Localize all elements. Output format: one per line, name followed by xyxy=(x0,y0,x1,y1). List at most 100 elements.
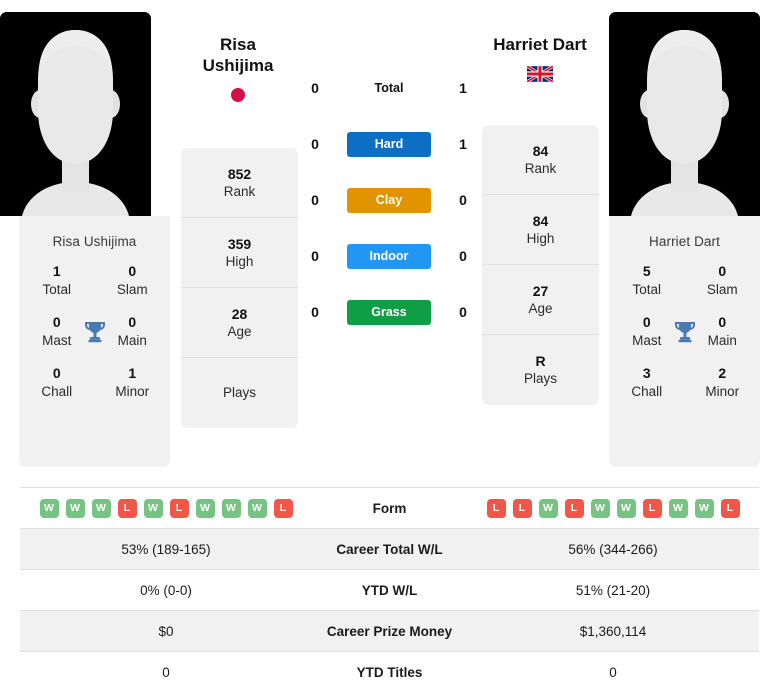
form-strip-right: LLWLWWLWWL xyxy=(467,498,759,518)
cell-ytd-titles-left: 0 xyxy=(20,651,312,693)
stat-value: 84 xyxy=(532,142,549,159)
player-name-left[interactable]: Risa Ushijima xyxy=(163,34,313,104)
form-chip-w[interactable]: W xyxy=(195,498,215,518)
stat-label: High xyxy=(225,253,254,269)
cell-career-total-wl-right: 56% (344-266) xyxy=(467,528,759,570)
player-card-name-left: Risa Ushijima xyxy=(52,234,137,249)
form-chip-l[interactable]: L xyxy=(720,498,740,518)
title-value: 1 xyxy=(52,263,61,279)
surface-badge-clay[interactable]: Clay xyxy=(347,187,431,213)
comparison-table: WWWLWLWWWL Form LLWLWWLWWL 53% (189-165)… xyxy=(20,487,759,693)
title-label: Total xyxy=(632,281,662,297)
form-chip-l[interactable]: L xyxy=(512,498,532,518)
stat-value: 359 xyxy=(227,235,252,252)
h2h-score-right: 1 xyxy=(459,136,467,152)
player-name-right[interactable]: Harriet Dart xyxy=(465,34,615,82)
stat-plays-right: R Plays xyxy=(482,335,599,405)
avatar-left[interactable] xyxy=(0,12,151,216)
stat-value: R xyxy=(535,353,546,370)
player-last-name: Ushijima xyxy=(202,56,274,76)
h2h-score-left: 0 xyxy=(311,192,319,208)
form-chip-l[interactable]: L xyxy=(486,498,506,518)
h2h-row-grass: 0 Grass 0 xyxy=(300,284,478,340)
form-chip-w[interactable]: W xyxy=(247,498,267,518)
row-label-career-total-wl: Career Total W/L xyxy=(312,528,467,570)
title-stat-minor: 1 Minor xyxy=(95,365,171,400)
title-value: 1 xyxy=(128,365,137,382)
form-chip-w[interactable]: W xyxy=(590,498,610,518)
row-label-ytd-wl: YTD W/L xyxy=(312,569,467,611)
surface-badge-grass[interactable]: Grass xyxy=(347,299,431,325)
form-chip-l[interactable]: L xyxy=(564,498,584,518)
form-chip-w[interactable]: W xyxy=(91,498,111,518)
title-value: 0 xyxy=(128,263,137,279)
cell-ytd-wl-right: 51% (21-20) xyxy=(467,569,759,611)
title-stat-chall: 0 Chall xyxy=(19,365,95,400)
avatar-right[interactable] xyxy=(609,12,760,216)
flag-united-kingdom-icon xyxy=(527,65,553,82)
trophy-icon xyxy=(84,321,105,342)
stat-high-left: 359 High xyxy=(181,218,298,288)
cell-career-total-wl-left: 53% (189-165) xyxy=(20,528,312,570)
h2h-score-left: 0 xyxy=(311,248,319,264)
cell-ytd-wl-left: 0% (0-0) xyxy=(20,569,312,611)
stat-high-right: 84 High xyxy=(482,195,599,265)
surface-badge-indoor[interactable]: Indoor xyxy=(347,243,431,269)
stat-rank-right: 84 Rank xyxy=(482,125,599,195)
stat-age-left: 28 Age xyxy=(181,288,298,358)
cell-career-prize-money-left: $0 xyxy=(20,610,312,652)
trophy-icon xyxy=(674,321,695,342)
cell-form-right: LLWLWWLWWL xyxy=(467,487,759,529)
form-chip-w[interactable]: W xyxy=(39,498,59,518)
form-strip-left: WWWLWLWWWL xyxy=(20,498,312,518)
table-row-ytd-titles: 0 YTD Titles 0 xyxy=(20,651,759,693)
h2h-score-left: 0 xyxy=(311,304,319,320)
row-label-career-prize-money: Career Prize Money xyxy=(312,610,467,652)
form-chip-w[interactable]: W xyxy=(143,498,163,518)
player-first-name: Risa xyxy=(220,35,256,54)
titles-grid-right: 5 Total 0 Slam 0 Mast 0 Main 3 Chall 2 M… xyxy=(609,263,760,401)
title-label: Slam xyxy=(116,281,148,297)
form-chip-l[interactable]: L xyxy=(117,498,137,518)
player-comparison-page: Risa Ushijima 1 Total 0 Slam 0 Mast 0 Ma… xyxy=(0,0,779,699)
stat-label: High xyxy=(526,230,555,246)
title-value: 3 xyxy=(642,365,651,382)
player-avatar-placeholder-icon xyxy=(609,12,760,216)
form-chip-w[interactable]: W xyxy=(65,498,85,518)
stat-label: Plays xyxy=(222,385,256,401)
form-chip-w[interactable]: W xyxy=(221,498,241,518)
title-stat-total: 1 Total xyxy=(19,263,95,298)
form-chip-w[interactable]: W xyxy=(694,498,714,518)
form-chip-w[interactable]: W xyxy=(538,498,558,518)
table-row-form: WWWLWLWWWL Form LLWLWWLWWL xyxy=(20,487,759,529)
title-stat-total: 5 Total xyxy=(609,263,685,298)
h2h-score-right: 1 xyxy=(459,80,467,96)
table-row-career-total-wl: 53% (189-165) Career Total W/L 56% (344-… xyxy=(20,528,759,570)
player-card-left: Risa Ushijima 1 Total 0 Slam 0 Mast 0 Ma… xyxy=(19,216,170,467)
stat-rank-left: 852 Rank xyxy=(181,148,298,218)
title-stat-minor: 2 Minor xyxy=(685,365,761,400)
form-chip-w[interactable]: W xyxy=(668,498,688,518)
titles-grid-left: 1 Total 0 Slam 0 Mast 0 Main 0 Chall 1 M… xyxy=(19,263,170,401)
form-chip-l[interactable]: L xyxy=(642,498,662,518)
row-label-form: Form xyxy=(312,487,467,529)
h2h-label-total: Total xyxy=(374,81,404,95)
title-value: 0 xyxy=(52,365,61,382)
table-row-ytd-wl: 0% (0-0) YTD W/L 51% (21-20) xyxy=(20,569,759,611)
stat-label: Plays xyxy=(523,371,557,387)
h2h-score-left: 0 xyxy=(311,80,319,96)
stat-label: Age xyxy=(227,323,252,339)
form-chip-l[interactable]: L xyxy=(273,498,293,518)
form-chip-l[interactable]: L xyxy=(169,498,189,518)
h2h-score-right: 0 xyxy=(459,304,467,320)
surface-badge-hard[interactable]: Hard xyxy=(347,131,431,157)
stat-label: Rank xyxy=(223,183,256,199)
form-chip-w[interactable]: W xyxy=(616,498,636,518)
cell-career-prize-money-right: $1,360,114 xyxy=(467,610,759,652)
h2h-row-hard: 0 Hard 1 xyxy=(300,116,478,172)
row-label-ytd-titles: YTD Titles xyxy=(312,651,467,693)
stat-label: Age xyxy=(528,300,553,316)
title-value: 5 xyxy=(642,263,651,279)
table-row-career-prize-money: $0 Career Prize Money $1,360,114 xyxy=(20,610,759,652)
stat-age-right: 27 Age xyxy=(482,265,599,335)
